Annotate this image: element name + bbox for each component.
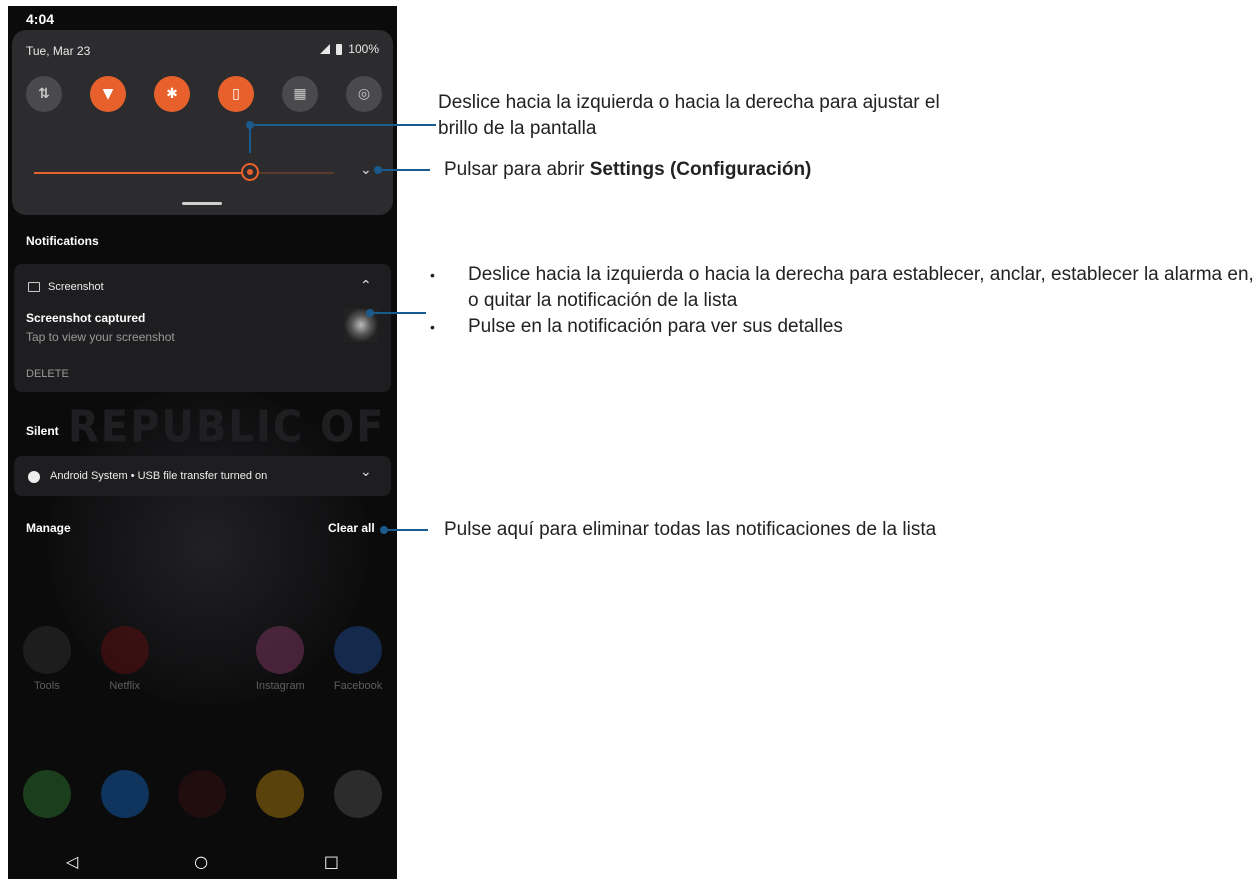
clear-all-button[interactable]: Clear all [328, 521, 375, 535]
back-icon[interactable]: ◁ [66, 852, 78, 871]
system-notif-text: Android System • USB file transfer turne… [50, 470, 268, 482]
status-time: 4:04 [26, 11, 55, 27]
camera-app-icon[interactable] [334, 770, 383, 818]
home-app[interactable]: Tools [21, 626, 73, 692]
instagram-app-icon[interactable] [256, 626, 305, 674]
empty-slot[interactable] [178, 626, 226, 674]
qr-scan-icon[interactable]: ▦ [282, 76, 318, 112]
home-apps-row: Tools Netflix Instagram Facebook [8, 626, 397, 692]
quick-settings-panel: Tue, Mar 23 100% ⇅ ▼ ✱ ▯ ▦ ◎ ⌄ [12, 30, 393, 215]
wallpaper-logo: REPUBLIC OF [68, 401, 386, 453]
app-label: Tools [34, 680, 60, 692]
callout-line [250, 124, 436, 126]
tools-folder-icon[interactable] [22, 626, 71, 674]
home-icon[interactable]: ○ [194, 852, 208, 871]
data-icon[interactable]: ⇅ [26, 76, 62, 112]
notification-notes: Deslice hacia la izquierda o hacia la de… [428, 262, 1258, 340]
qs-date: Tue, Mar 23 [26, 44, 91, 58]
expand-settings-chevron-icon[interactable]: ⌄ [360, 162, 372, 178]
vibrate-icon[interactable]: ▯ [218, 76, 254, 112]
signal-icon [320, 44, 331, 54]
callout-line [378, 169, 430, 171]
app-label: Instagram [255, 680, 305, 692]
silent-header: Silent [26, 424, 59, 438]
brightness-slider[interactable] [34, 163, 334, 181]
clear-all-note: Pulse aquí para eliminar todas las notif… [444, 519, 937, 540]
messages-app-icon[interactable] [100, 770, 149, 818]
phone-screen: REPUBLIC OF 4:04 Tue, Mar 23 100% ⇅ ▼ ✱ ▯ ▦ ◎… [8, 6, 397, 879]
bluetooth-icon[interactable]: ✱ [154, 76, 190, 112]
navigation-bar: ◁ ○ □ [8, 852, 397, 871]
notif-app-name: Screenshot [48, 281, 104, 293]
battery-percent: 100% [348, 42, 379, 56]
manage-button[interactable]: Manage [26, 521, 71, 535]
callout-line [384, 529, 428, 531]
notif-body: Tap to view your screenshot [26, 330, 175, 344]
delete-button[interactable]: DELETE [26, 368, 69, 380]
callout-line [370, 312, 426, 314]
facebook-app-icon[interactable] [334, 626, 383, 674]
dock-row [8, 770, 397, 818]
notifications-header: Notifications [26, 234, 99, 248]
expand-chevron-icon[interactable]: ⌄ [360, 464, 372, 480]
brightness-fill [34, 172, 250, 174]
settings-note: Pulsar para abrir Settings (Configuració… [444, 159, 812, 180]
callout-line [249, 125, 251, 153]
status-icons: 100% [320, 42, 379, 56]
android-system-icon [28, 471, 40, 483]
panel-handle[interactable] [182, 202, 222, 205]
brightness-icon[interactable] [241, 163, 259, 181]
battery-icon [336, 43, 343, 55]
app-label: Facebook [333, 680, 383, 692]
quick-tiles: ⇅ ▼ ✱ ▯ ▦ ◎ [26, 76, 382, 112]
home-app[interactable]: Netflix [99, 626, 151, 692]
recents-icon[interactable]: □ [324, 852, 339, 871]
armoury-app-icon[interactable] [178, 770, 227, 818]
notif-title: Screenshot captured [26, 311, 146, 325]
phone-app-icon[interactable] [22, 770, 71, 818]
chrome-app-icon[interactable] [256, 770, 305, 818]
wifi-icon[interactable]: ▼ [90, 76, 126, 112]
netflix-app-icon[interactable] [100, 626, 149, 674]
home-app[interactable] [176, 626, 228, 692]
app-label: Netflix [109, 680, 140, 692]
image-icon [28, 282, 40, 292]
brightness-note: Deslice hacia la izquierda o hacia la de… [438, 92, 940, 139]
collapse-chevron-icon[interactable]: ⌃ [360, 278, 372, 294]
hotspot-icon[interactable]: ◎ [346, 76, 382, 112]
home-app[interactable]: Instagram [254, 626, 306, 692]
home-app[interactable]: Facebook [332, 626, 384, 692]
